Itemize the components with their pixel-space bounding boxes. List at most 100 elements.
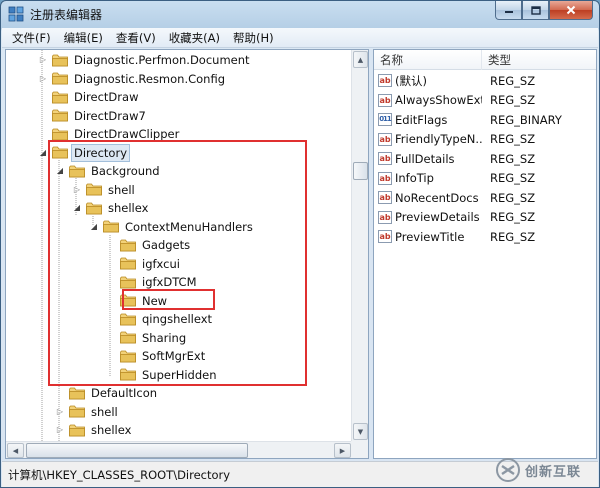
value-name-cell: ab NoRecentDocs <box>374 191 482 205</box>
tree-node-label: DirectDraw <box>74 90 139 105</box>
collapsed-triangle-icon[interactable]: ▷ <box>38 74 48 84</box>
tree-node[interactable]: ▷ shell <box>55 403 120 422</box>
value-name: AlwaysShowExt <box>395 93 482 108</box>
tree-node-label: DirectDraw7 <box>74 108 146 123</box>
ab-string-icon: ab <box>378 230 392 244</box>
value-row[interactable]: ab (默认) REG_SZ <box>374 71 596 91</box>
value-row[interactable]: ab AlwaysShowExt REG_SZ <box>374 91 596 111</box>
tree-node[interactable]: DirectDraw7 <box>38 107 148 126</box>
column-header-type[interactable]: 类型 <box>482 50 596 70</box>
tree-node[interactable]: ▷ Diagnostic.Perfmon.Document <box>38 51 252 70</box>
menu-help[interactable]: 帮助(H) <box>227 29 280 47</box>
value-type: REG_SZ <box>490 73 536 88</box>
tree-node[interactable]: DefaultIcon <box>55 384 159 403</box>
value-type: REG_SZ <box>490 151 536 166</box>
tree-node-label: shell <box>91 404 118 419</box>
tree-node-label: Diagnostic.Resmon.Config <box>74 71 226 86</box>
value-type: REG_BINARY <box>490 112 562 127</box>
folder-icon <box>69 387 85 400</box>
value-name-cell: ab PreviewDetails <box>374 210 482 224</box>
registry-editor-window: 注册表编辑器 文件(F) 编辑(E) 查看(V) 收藏夹(A) 帮助(H) ▷ … <box>0 0 600 488</box>
binary-value-icon: 011 <box>378 113 392 127</box>
folder-icon <box>69 424 85 437</box>
value-name-cell: 011 EditFlags <box>374 113 482 127</box>
value-name: NoRecentDocs <box>395 190 479 205</box>
value-row[interactable]: 011 EditFlags REG_BINARY <box>374 110 596 130</box>
scroll-up-button[interactable]: ▲ <box>353 51 368 68</box>
collapsed-triangle-icon[interactable]: ▷ <box>38 55 48 65</box>
value-type: REG_SZ <box>490 229 536 244</box>
registry-editor-app-icon <box>8 6 24 22</box>
close-icon <box>566 5 576 15</box>
value-type: REG_SZ <box>490 171 536 186</box>
value-row[interactable]: ab PreviewDetails REG_SZ <box>374 208 596 228</box>
folder-icon <box>52 109 68 122</box>
folder-icon <box>69 405 85 418</box>
tree-node-label: Diagnostic.Perfmon.Document <box>74 53 250 68</box>
maximize-icon <box>530 5 541 15</box>
tree-horizontal-scrollbar[interactable]: ◀ ▶ <box>6 441 352 458</box>
value-row[interactable]: ab PreviewTitle REG_SZ <box>374 227 596 247</box>
expanded-triangle-icon[interactable]: ◢ <box>38 148 48 158</box>
watermark-text: 创新互联 <box>525 464 582 480</box>
tree-node-label: shellex <box>91 423 132 438</box>
value-name: PreviewDetails <box>395 210 480 225</box>
folder-icon <box>52 72 68 85</box>
ab-string-icon: ab <box>378 210 392 224</box>
folder-icon <box>52 91 68 104</box>
maximize-button[interactable] <box>522 1 549 20</box>
collapsed-triangle-icon[interactable]: ▷ <box>55 407 65 417</box>
menu-view[interactable]: 查看(V) <box>110 29 162 47</box>
minimize-icon <box>504 11 513 13</box>
tree-node[interactable]: ▷ shellex <box>55 421 133 440</box>
horizontal-scroll-thumb[interactable] <box>26 443 248 458</box>
vertical-scroll-thumb[interactable] <box>353 162 368 180</box>
title-bar[interactable]: 注册表编辑器 <box>1 1 599 28</box>
ab-string-icon: ab <box>378 191 392 205</box>
value-name: (默认) <box>395 73 427 88</box>
no-expander-spacer <box>38 129 48 139</box>
menu-bar: 文件(F) 编辑(E) 查看(V) 收藏夹(A) 帮助(H) <box>2 28 598 48</box>
list-header: 名称 类型 <box>374 50 596 70</box>
value-name-cell: ab (默认) <box>374 73 482 89</box>
directory-highlight-box <box>48 140 307 386</box>
collapsed-triangle-icon[interactable]: ▷ <box>55 425 65 435</box>
values-list-pane[interactable]: 名称 类型 ab (默认) REG_SZ ab AlwaysShowExt REG_SZ 0… <box>373 49 597 459</box>
ab-string-icon: ab <box>378 93 392 107</box>
folder-icon <box>52 128 68 141</box>
value-name: FullDetails <box>395 151 455 166</box>
value-name: InfoTip <box>395 171 434 186</box>
value-type: REG_SZ <box>490 190 536 205</box>
value-row[interactable]: ab FriendlyTypeN... REG_SZ <box>374 130 596 150</box>
minimize-button[interactable] <box>495 1 522 20</box>
window-title: 注册表编辑器 <box>30 8 103 22</box>
scroll-up-icon: ▲ <box>357 55 364 64</box>
scrollbar-corner <box>351 441 368 458</box>
scroll-left-button[interactable]: ◀ <box>7 443 24 458</box>
column-header-name[interactable]: 名称 <box>374 50 482 70</box>
menu-file[interactable]: 文件(F) <box>6 29 57 47</box>
folder-icon <box>52 54 68 67</box>
value-row[interactable]: ab FullDetails REG_SZ <box>374 149 596 169</box>
new-key-highlight-box <box>122 289 215 310</box>
tree-node[interactable]: ▷ Diagnostic.Resmon.Config <box>38 70 227 89</box>
value-name-cell: ab InfoTip <box>374 171 482 185</box>
ab-string-icon: ab <box>378 74 392 88</box>
ab-string-icon: ab <box>378 152 392 166</box>
value-row[interactable]: ab InfoTip REG_SZ <box>374 169 596 189</box>
scroll-right-button[interactable]: ▶ <box>334 443 351 458</box>
value-name: EditFlags <box>395 112 448 127</box>
value-type: REG_SZ <box>490 132 536 147</box>
value-row[interactable]: ab NoRecentDocs REG_SZ <box>374 188 596 208</box>
close-button[interactable] <box>549 1 593 20</box>
scroll-down-button[interactable]: ▼ <box>353 423 368 440</box>
ab-string-icon: ab <box>378 171 392 185</box>
tree-node[interactable]: DirectDraw <box>38 88 140 107</box>
menu-favorites[interactable]: 收藏夹(A) <box>163 29 226 47</box>
caption-buttons <box>495 1 593 21</box>
no-expander-spacer <box>38 92 48 102</box>
tree-vertical-scrollbar[interactable]: ▲ ▼ <box>351 50 368 458</box>
menu-edit[interactable]: 编辑(E) <box>58 29 109 47</box>
tree-node-label: DefaultIcon <box>91 386 158 401</box>
scroll-right-icon: ▶ <box>339 446 346 455</box>
